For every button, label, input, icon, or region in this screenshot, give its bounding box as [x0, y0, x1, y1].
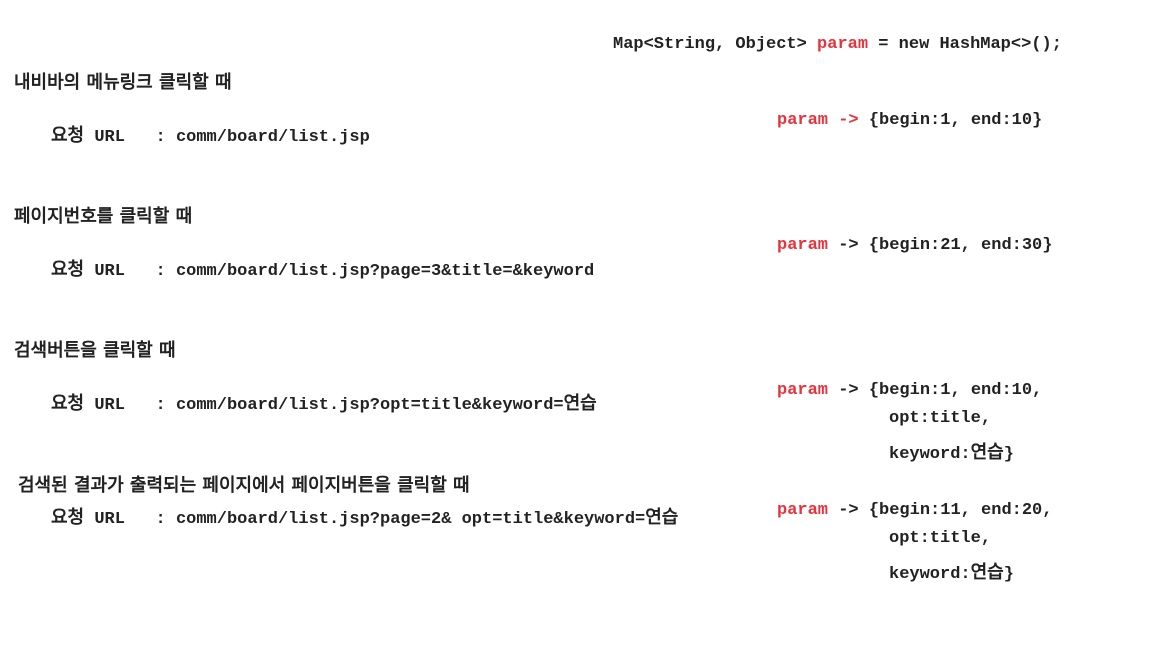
param-result-keyword: keyword:연습} [889, 438, 1014, 464]
param-declaration: Map<String, Object> param = new HashMap<… [613, 35, 1062, 54]
case-title-search-paging: 검색된 결과가 출력되는 페이지에서 페이지버튼을 클릭할 때 [18, 475, 470, 496]
param-keyword-key: keyword: [889, 565, 971, 584]
request-url-keyword: 연습 [563, 393, 597, 414]
request-label: 요청 [51, 507, 85, 528]
url-label: URL [94, 510, 125, 529]
param-var: param [777, 501, 829, 520]
param-arrow: -> [838, 501, 859, 520]
decl-var: param [817, 35, 869, 54]
request-url: comm/board/list.jsp [175, 128, 370, 147]
param-var: param [777, 111, 829, 130]
param-keyword-close: } [1003, 445, 1014, 464]
case-title-search-button: 검색버튼을 클릭할 때 [14, 340, 176, 361]
request-url: comm/board/list.jsp?page=3&title=&keywor… [175, 262, 595, 281]
url-label: URL [94, 128, 125, 147]
url-label: URL [94, 262, 125, 281]
decl-prefix: Map<String, Object> [613, 35, 818, 54]
param-result-opt: opt:title, [889, 529, 992, 548]
param-keyword-value: 연습 [970, 562, 1004, 583]
param-arrow: -> [838, 236, 859, 255]
request-label: 요청 [51, 125, 85, 146]
param-result-page-number: param -> {begin:21, end:30} [777, 236, 1052, 255]
param-value: {begin:1, end:10} [868, 111, 1043, 130]
request-line-page-number: 요청 URL : comm/board/list.jsp?page=3&titl… [51, 255, 594, 281]
case-title-page-number: 페이지번호를 클릭할 때 [14, 206, 193, 227]
param-keyword-value: 연습 [970, 442, 1004, 463]
case-title-navbar: 내비바의 메뉴링크 클릭할 때 [14, 72, 232, 93]
request-url: comm/board/list.jsp?page=2& opt=title&ke… [175, 510, 646, 529]
url-separator: : [155, 262, 166, 281]
request-line-search-paging: 요청 URL : comm/board/list.jsp?page=2& opt… [51, 503, 678, 529]
request-url-keyword: 연습 [645, 507, 679, 528]
url-separator: : [155, 510, 166, 529]
url-separator: : [155, 396, 166, 415]
param-result-keyword: keyword:연습} [889, 558, 1014, 584]
request-line-search-button: 요청 URL : comm/board/list.jsp?opt=title&k… [51, 389, 597, 415]
param-arrow: -> [838, 381, 859, 400]
url-separator: : [155, 128, 166, 147]
param-var: param [777, 236, 829, 255]
request-line-navbar: 요청 URL : comm/board/list.jsp [51, 121, 370, 147]
param-keyword-key: keyword: [889, 445, 971, 464]
param-keyword-close: } [1003, 565, 1014, 584]
param-arrow: -> [838, 111, 859, 130]
request-url: comm/board/list.jsp?opt=title&keyword= [175, 396, 564, 415]
param-value: {begin:21, end:30} [868, 236, 1053, 255]
param-result-search-button: param -> {begin:1, end:10, [777, 381, 1042, 400]
url-label: URL [94, 396, 125, 415]
param-value: {begin:1, end:10, [868, 381, 1043, 400]
param-result-navbar: param -> {begin:1, end:10} [777, 111, 1042, 130]
param-var: param [777, 381, 829, 400]
param-result-opt: opt:title, [889, 409, 992, 428]
request-label: 요청 [51, 393, 85, 414]
request-label: 요청 [51, 259, 85, 280]
decl-suffix: = new HashMap<>(); [868, 35, 1062, 54]
param-value: {begin:11, end:20, [868, 501, 1053, 520]
param-result-search-paging: param -> {begin:11, end:20, [777, 501, 1052, 520]
